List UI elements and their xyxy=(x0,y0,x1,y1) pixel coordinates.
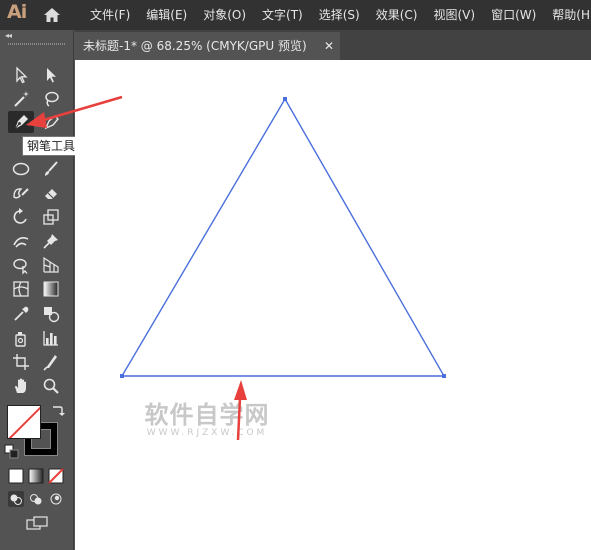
shape-builder-tool[interactable] xyxy=(8,254,34,276)
eraser-icon xyxy=(45,189,57,199)
shaper-icon xyxy=(13,188,29,199)
document-tab-title: 未标题-1* @ 68.25% (CMYK/GPU 预览) xyxy=(83,39,307,53)
direct-selection-tool[interactable] xyxy=(38,64,64,86)
menu-edit[interactable]: 编辑(E) xyxy=(138,0,195,30)
menu-view[interactable]: 视图(V) xyxy=(425,0,483,30)
curvature-tool[interactable] xyxy=(38,111,64,133)
draw-normal-icon xyxy=(8,491,24,507)
width-icon xyxy=(13,237,29,248)
panel-drag-handle[interactable] xyxy=(8,43,66,45)
blend-tool[interactable] xyxy=(38,303,64,325)
selection-tool[interactable] xyxy=(8,64,34,86)
gradient-swatch-icon xyxy=(28,468,44,484)
collapse-panel-button[interactable]: ◂◂ xyxy=(5,32,12,40)
none-swatch-icon xyxy=(48,468,64,484)
pen-tool[interactable] xyxy=(8,111,34,133)
watermark-url-text: WWW.RJZXW.COM xyxy=(146,428,268,438)
knife-icon xyxy=(43,355,57,371)
hand-icon xyxy=(15,378,26,393)
draw-inside-icon xyxy=(50,493,62,505)
menu-help[interactable]: 帮助(H) xyxy=(544,0,591,30)
eyedropper-icon xyxy=(14,306,29,321)
paintbrush-icon xyxy=(45,161,58,176)
magic-wand-icon xyxy=(14,91,29,107)
app-logo: Ai xyxy=(7,1,27,23)
gradient-tool[interactable] xyxy=(38,278,64,300)
none-mode-button[interactable] xyxy=(48,468,64,484)
menu-window[interactable]: 窗口(W) xyxy=(483,0,544,30)
puppet-warp-tool[interactable] xyxy=(38,230,64,252)
menu-bar: Ai 文件(F) 编辑(E) 对象(O) 文字(T) 选择(S) 效果(C) 视… xyxy=(0,0,591,30)
paintbrush-tool[interactable] xyxy=(38,158,64,180)
rotate-icon xyxy=(13,208,27,224)
watermark: 软件自学网 WWW.RJZXW.COM xyxy=(132,402,282,439)
perspective-grid-tool[interactable] xyxy=(38,254,64,276)
main-menu: 文件(F) 编辑(E) 对象(O) 文字(T) 选择(S) 效果(C) 视图(V… xyxy=(82,0,591,30)
home-icon[interactable] xyxy=(42,5,62,25)
direct-selection-arrow-icon xyxy=(47,68,56,83)
artboard-tool[interactable] xyxy=(8,351,34,373)
document-tab-bar: 未标题-1* @ 68.25% (CMYK/GPU 预览) ✕ xyxy=(75,30,591,60)
ellipse-tool[interactable] xyxy=(8,158,34,180)
zoom-tool[interactable] xyxy=(38,375,64,397)
lasso-icon xyxy=(45,91,59,107)
default-fill-stroke-icon[interactable] xyxy=(4,444,20,460)
gradient-icon xyxy=(43,281,59,297)
ellipse-icon xyxy=(12,162,30,176)
artboard-canvas[interactable] xyxy=(75,60,591,550)
draw-normal-button[interactable] xyxy=(8,491,24,507)
column-graph-tool[interactable] xyxy=(38,327,64,349)
blend-icon xyxy=(44,307,60,323)
artboard-icon xyxy=(13,354,29,370)
symbol-sprayer-tool[interactable] xyxy=(8,327,34,349)
mesh-tool[interactable] xyxy=(8,278,34,300)
close-tab-icon[interactable]: ✕ xyxy=(324,32,334,60)
screen-mode-icon xyxy=(26,516,48,530)
pushpin-icon xyxy=(43,234,58,249)
color-mode-button[interactable] xyxy=(8,468,24,484)
menu-file[interactable]: 文件(F) xyxy=(82,0,138,30)
draw-behind-icon xyxy=(30,494,42,505)
eraser-tool[interactable] xyxy=(38,182,64,204)
mesh-icon xyxy=(13,281,29,297)
magic-wand-tool[interactable] xyxy=(8,88,34,110)
spray-can-icon xyxy=(15,332,26,347)
perspective-grid-icon xyxy=(43,256,59,273)
watermark-main-text: 软件自学网 xyxy=(144,401,270,429)
none-fill-icon xyxy=(8,406,40,438)
hand-tool[interactable] xyxy=(8,375,34,397)
pen-nib-icon xyxy=(14,115,28,130)
swap-fill-stroke-icon[interactable] xyxy=(49,403,65,419)
eyedropper-tool[interactable] xyxy=(8,303,34,325)
scale-icon xyxy=(43,209,59,225)
draw-behind-button[interactable] xyxy=(28,491,44,507)
curvature-pen-icon xyxy=(44,115,59,130)
menu-effect[interactable]: 效果(C) xyxy=(368,0,426,30)
fill-color-swatch[interactable] xyxy=(7,405,41,439)
solid-color-icon xyxy=(8,468,24,484)
bar-graph-icon xyxy=(43,331,58,346)
magnifier-icon xyxy=(43,378,59,394)
draw-inside-button[interactable] xyxy=(48,491,64,507)
shaper-tool[interactable] xyxy=(8,182,34,204)
shape-builder-icon xyxy=(13,258,28,275)
lasso-tool[interactable] xyxy=(38,88,64,110)
scale-tool[interactable] xyxy=(38,206,64,228)
rotate-tool[interactable] xyxy=(8,206,34,228)
screen-mode-button[interactable] xyxy=(25,515,49,531)
menu-object[interactable]: 对象(O) xyxy=(195,0,254,30)
gradient-mode-button[interactable] xyxy=(28,468,44,484)
menu-select[interactable]: 选择(S) xyxy=(311,0,368,30)
width-tool[interactable] xyxy=(8,230,34,252)
slice-tool[interactable] xyxy=(38,351,64,373)
document-tab[interactable]: 未标题-1* @ 68.25% (CMYK/GPU 预览) ✕ xyxy=(75,32,340,60)
selection-arrow-icon xyxy=(16,66,28,84)
menu-type[interactable]: 文字(T) xyxy=(254,0,311,30)
